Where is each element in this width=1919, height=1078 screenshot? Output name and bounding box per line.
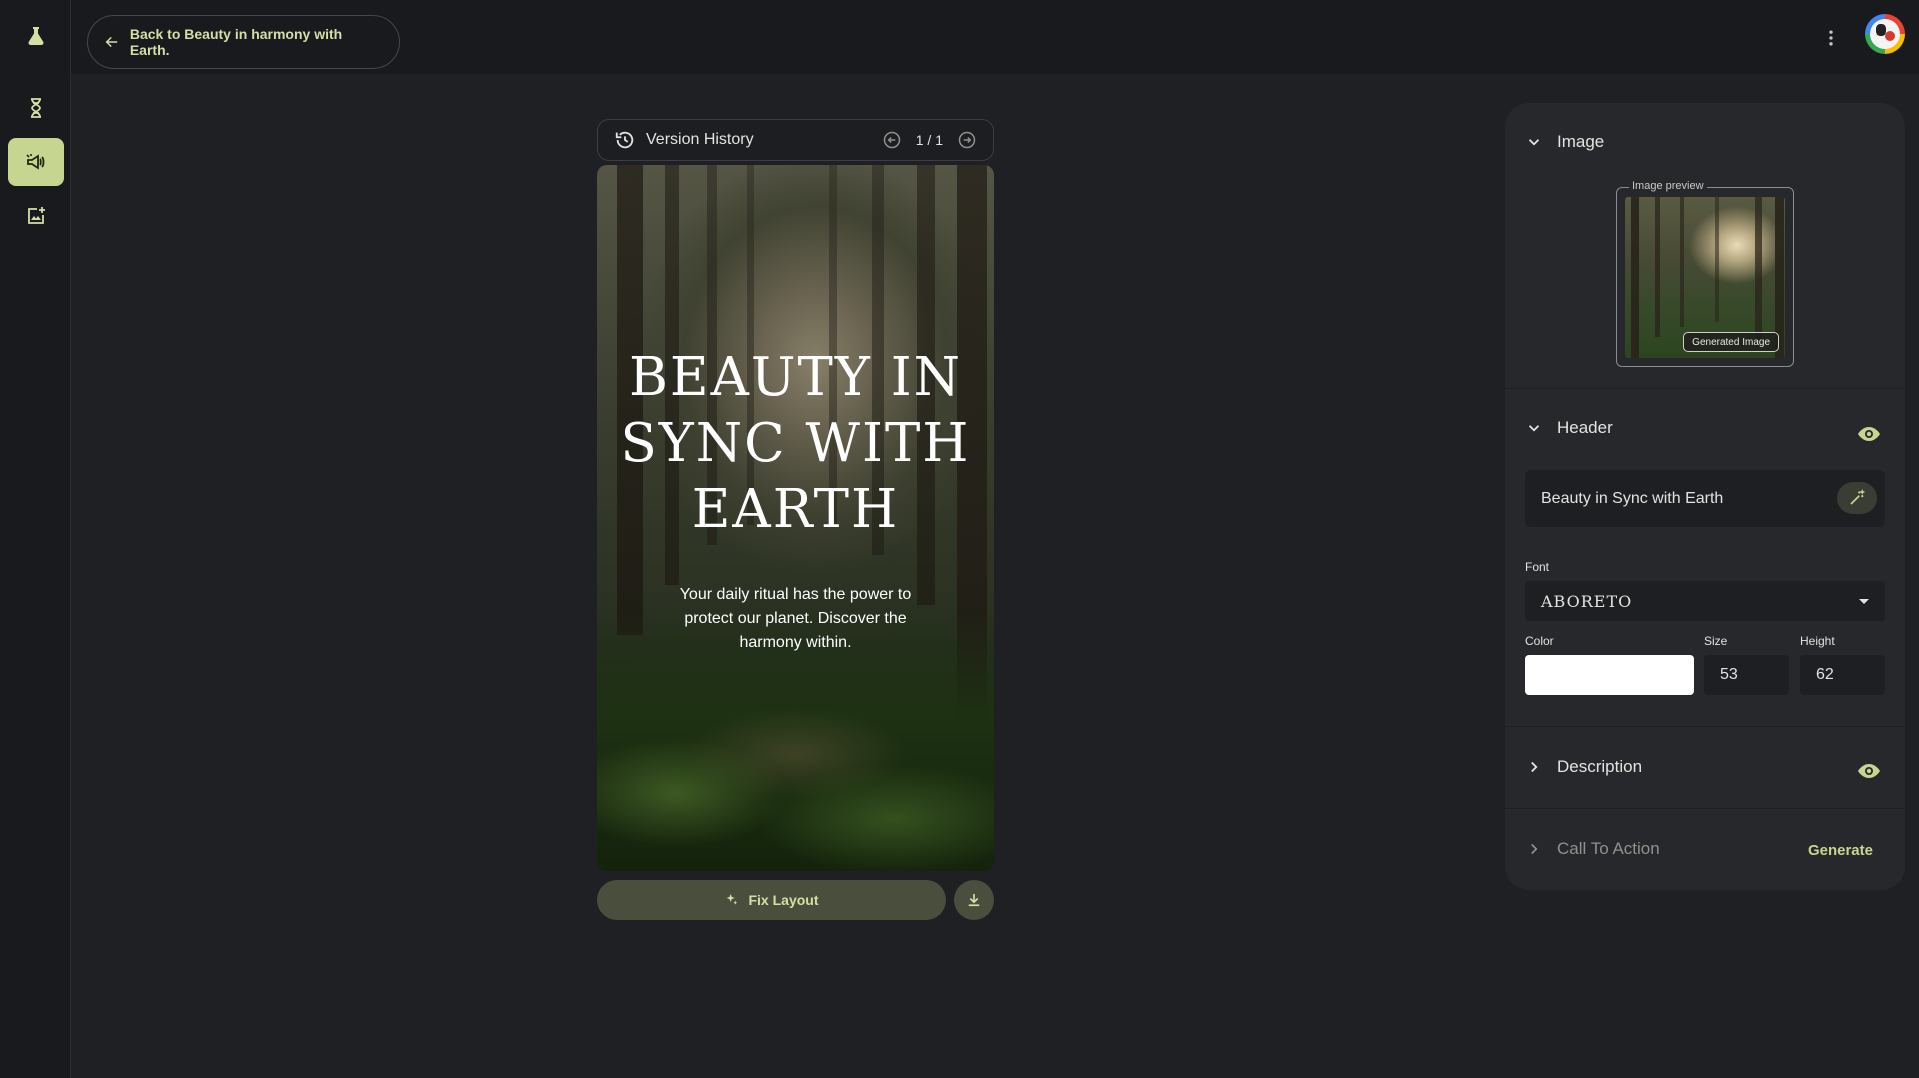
rail-dna-button[interactable] <box>8 84 64 132</box>
font-select-value: ABORETO <box>1541 591 1633 611</box>
history-icon <box>615 131 634 149</box>
height-value: 62 <box>1816 666 1834 683</box>
section-divider <box>1505 388 1905 389</box>
chevron-right-icon <box>1531 761 1538 773</box>
section-divider <box>1505 808 1905 809</box>
header-section-toggle[interactable]: Header <box>1505 408 1905 448</box>
version-history-title: Version History <box>646 131 754 148</box>
size-input[interactable]: 53 <box>1704 655 1789 695</box>
eye-icon[interactable] <box>1857 759 1881 783</box>
thumb-tree <box>1655 197 1660 337</box>
dna-icon <box>31 98 41 118</box>
font-label: Font <box>1525 560 1550 574</box>
version-page-indicator: 1 / 1 <box>915 132 943 148</box>
top-bar: Back to Beauty in harmony with Earth. <box>71 0 1919 74</box>
avatar-image <box>1870 19 1900 49</box>
sparkle-icon <box>727 894 738 905</box>
fix-layout-label: Fix Layout <box>748 892 819 908</box>
size-value: 53 <box>1720 666 1738 683</box>
version-history-bar: Version History 1 / 1 <box>597 119 994 161</box>
fix-layout-button[interactable]: Fix Layout <box>597 880 946 920</box>
font-select[interactable]: ABORETO <box>1525 581 1885 621</box>
canvas-description-text[interactable]: Your daily ritual has the power to prote… <box>657 583 934 655</box>
eye-icon[interactable] <box>1857 422 1881 446</box>
arrow-circle-left-icon[interactable] <box>882 130 902 150</box>
canvas-header-text[interactable]: Beauty in Sync with Earth <box>597 345 994 543</box>
chevron-down-icon <box>1528 139 1540 146</box>
back-button-label: Back to Beauty in harmony with Earth. <box>129 26 343 58</box>
height-input[interactable]: 62 <box>1800 655 1885 695</box>
cta-section-title: Call To Action <box>1557 839 1660 858</box>
image-preview-label: Image preview <box>1629 180 1707 192</box>
thumb-tree <box>1631 197 1639 358</box>
version-nav: 1 / 1 <box>882 130 977 150</box>
properties-panel: Image Image preview Generated Image Head… <box>1505 103 1905 890</box>
add-image-icon <box>28 207 45 224</box>
color-picker-swatch[interactable] <box>1525 655 1694 695</box>
magic-wand-icon <box>1850 489 1866 505</box>
rail-campaign-button[interactable] <box>8 138 64 186</box>
image-preview-frame[interactable]: Image preview Generated Image <box>1616 180 1794 367</box>
back-button[interactable]: Back to Beauty in harmony with Earth. <box>87 15 400 69</box>
chevron-down-icon <box>1528 425 1540 432</box>
app-root: Back to Beauty in harmony with Earth. Ve… <box>0 0 1919 1078</box>
more-options-button[interactable] <box>1819 26 1843 50</box>
description-section-toggle[interactable]: Description <box>1505 747 1905 787</box>
generate-cta-button[interactable]: Generate <box>1808 842 1873 859</box>
image-section-toggle[interactable]: Image <box>1505 122 1905 162</box>
size-label: Size <box>1704 634 1728 648</box>
header-section-title: Header <box>1557 418 1613 437</box>
user-avatar[interactable] <box>1865 14 1905 54</box>
image-thumbnail: Generated Image <box>1625 197 1785 358</box>
download-icon <box>968 894 980 907</box>
generated-image-badge: Generated Image <box>1683 332 1779 352</box>
magic-rewrite-button[interactable] <box>1837 482 1877 514</box>
rail-add-image-button[interactable] <box>8 192 64 240</box>
header-text-value: Beauty in Sync with Earth <box>1541 489 1724 507</box>
image-section-title: Image <box>1557 132 1605 151</box>
thumb-tree <box>1715 197 1719 322</box>
section-divider <box>1505 726 1905 727</box>
thumb-tree <box>1680 197 1684 327</box>
height-label: Height <box>1800 634 1835 648</box>
thumb-tree <box>1755 197 1762 347</box>
chevron-right-icon <box>1531 843 1538 855</box>
rail-home-button[interactable] <box>8 12 64 60</box>
arrow-back-icon <box>105 36 118 48</box>
left-rail <box>0 0 71 1078</box>
flask-icon <box>28 27 44 45</box>
description-section-title: Description <box>1557 757 1643 776</box>
download-button[interactable] <box>954 880 994 920</box>
color-label: Color <box>1525 634 1554 648</box>
campaign-icon <box>26 154 45 170</box>
dropdown-caret-icon <box>1859 598 1869 604</box>
ad-canvas-preview[interactable]: Beauty in Sync with Earth Your daily rit… <box>597 165 994 871</box>
header-text-input[interactable]: Beauty in Sync with Earth <box>1525 470 1885 527</box>
arrow-circle-right-icon[interactable] <box>957 130 977 150</box>
more-vert-icon <box>1829 30 1833 46</box>
